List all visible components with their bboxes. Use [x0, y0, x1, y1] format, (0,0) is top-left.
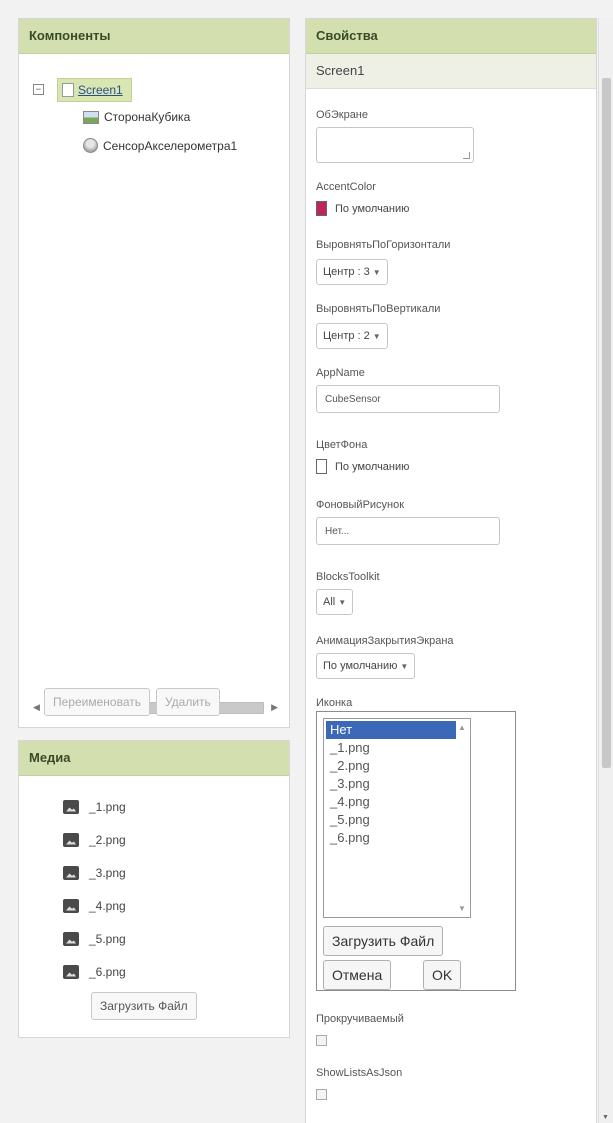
close-animation-value: По умолчанию: [323, 660, 398, 672]
about-screen-label: ОбЭкране: [316, 109, 369, 121]
image-file-icon: [63, 799, 79, 814]
screen-icon: [62, 83, 74, 97]
icon-cancel-button[interactable]: Отмена: [323, 960, 392, 990]
component-tree: − Screen1 СторонаКубика СенсорАкселероме…: [19, 54, 289, 714]
media-upload-button[interactable]: Загрузить Файл: [91, 992, 197, 1020]
scroll-down-icon[interactable]: ▼: [602, 1114, 609, 1121]
icon-option[interactable]: _2.png: [324, 757, 470, 775]
halign-value: Центр : 3: [323, 266, 370, 278]
properties-header: Свойства: [306, 19, 596, 54]
scrollbar-thumb[interactable]: [602, 78, 611, 768]
tree-root-label: Screen1: [78, 83, 123, 97]
tree-root-screen1[interactable]: Screen1: [57, 78, 132, 102]
close-animation-select[interactable]: По умолчанию ▼: [316, 653, 416, 679]
media-header: Медиа: [19, 741, 289, 776]
media-file-name: _1.png: [89, 799, 126, 814]
media-file-name: _4.png: [89, 898, 126, 913]
media-file[interactable]: _6.png: [63, 955, 289, 988]
bgcolor-value: По умолчанию: [335, 460, 410, 473]
bgimage-picker[interactable]: Нет...: [316, 517, 500, 545]
image-file-icon: [63, 931, 79, 946]
component-actions: Переименовать Удалить: [44, 688, 220, 716]
icon-option[interactable]: _6.png: [324, 829, 470, 847]
scrollable-label: Прокручиваемый: [316, 1013, 404, 1025]
close-animation-label: АнимацияЗакрытияЭкрана: [316, 635, 454, 647]
properties-panel: Свойства Screen1 ОбЭкране AccentColor По…: [305, 18, 597, 1123]
accelerometer-icon: [83, 138, 98, 153]
page-vertical-scrollbar[interactable]: ▼: [598, 18, 613, 1123]
halign-label: ВыровнятьПоГоризонтали: [316, 239, 451, 251]
media-file[interactable]: _4.png: [63, 889, 289, 922]
appname-label: AppName: [316, 367, 365, 379]
blocks-toolkit-select[interactable]: All ▼: [316, 589, 354, 615]
icon-options-listbox[interactable]: Нет _1.png _2.png _3.png _4.png _5.png _…: [323, 718, 471, 918]
chevron-down-icon: ▼: [372, 332, 381, 341]
valign-select[interactable]: Центр : 2 ▼: [316, 323, 388, 349]
image-sprite-icon: [83, 110, 99, 124]
tree-item-label: СторонаКубика: [104, 110, 191, 124]
media-file-name: _2.png: [89, 832, 126, 847]
halign-select[interactable]: Центр : 3 ▼: [316, 259, 388, 285]
scroll-down-icon[interactable]: ▼: [458, 904, 466, 913]
media-file-name: _5.png: [89, 931, 126, 946]
show-lists-json-label: ShowListsAsJson: [316, 1067, 403, 1079]
rename-button[interactable]: Переименовать: [44, 688, 150, 716]
tree-item-accelerometer[interactable]: СенсорАкселерометра1: [83, 138, 237, 153]
bgimage-label: ФоновыйРисунок: [316, 499, 405, 511]
tree-item-label: СенсорАкселерометра1: [103, 138, 238, 153]
listbox-scrollbar[interactable]: ▲ ▼: [458, 723, 468, 913]
blocks-toolkit-value: All: [323, 596, 336, 608]
icon-option-selected[interactable]: Нет: [326, 721, 456, 739]
delete-button[interactable]: Удалить: [155, 688, 220, 716]
accent-color-value: По умолчанию: [335, 202, 410, 215]
components-panel: Компоненты − Screen1 СторонаКубика Сенсо…: [18, 18, 290, 728]
accent-color-picker[interactable]: По умолчанию: [316, 201, 409, 216]
show-lists-json-checkbox[interactable]: [316, 1089, 327, 1100]
about-screen-textarea[interactable]: [316, 127, 474, 163]
scroll-left-icon[interactable]: ◀: [33, 700, 40, 714]
scrollable-checkbox[interactable]: [316, 1035, 327, 1046]
accent-color-label: AccentColor: [316, 181, 376, 193]
media-file[interactable]: _5.png: [63, 922, 289, 955]
image-file-icon: [63, 865, 79, 880]
blocks-toolkit-label: BlocksToolkit: [316, 571, 380, 583]
media-file[interactable]: _1.png: [63, 790, 289, 823]
chevron-down-icon: ▼: [372, 268, 381, 277]
icon-label: Иконка: [316, 697, 353, 709]
chevron-down-icon: ▼: [400, 662, 409, 671]
accent-color-swatch: [316, 201, 327, 216]
icon-option[interactable]: _1.png: [324, 739, 470, 757]
media-file[interactable]: _2.png: [63, 823, 289, 856]
media-file-name: _6.png: [89, 964, 126, 979]
icon-upload-button[interactable]: Загрузить Файл: [323, 926, 444, 956]
bgcolor-swatch: [316, 459, 327, 474]
icon-option[interactable]: _3.png: [324, 775, 470, 793]
tree-item-storonakubika[interactable]: СторонаКубика: [83, 110, 190, 124]
appname-input[interactable]: CubeSensor: [316, 385, 500, 413]
media-list: _1.png _2.png _3.png _4.png _5.png _6.pn…: [19, 776, 289, 1020]
media-file-name: _3.png: [89, 865, 126, 880]
image-file-icon: [63, 898, 79, 913]
scroll-up-icon[interactable]: ▲: [458, 723, 466, 732]
icon-option[interactable]: _4.png: [324, 793, 470, 811]
collapse-toggle-icon[interactable]: −: [33, 84, 44, 95]
media-file[interactable]: _3.png: [63, 856, 289, 889]
image-file-icon: [63, 832, 79, 847]
media-panel: Медиа _1.png _2.png _3.png _4.png _5.png…: [18, 740, 290, 1038]
valign-label: ВыровнятьПоВертикали: [316, 303, 441, 315]
scroll-right-icon[interactable]: ▶: [271, 700, 278, 714]
icon-picker-popup: Нет _1.png _2.png _3.png _4.png _5.png _…: [316, 711, 516, 991]
icon-ok-button[interactable]: OK: [423, 960, 462, 990]
chevron-down-icon: ▼: [338, 598, 347, 607]
selected-component-name: Screen1: [306, 54, 596, 89]
image-file-icon: [63, 964, 79, 979]
valign-value: Центр : 2: [323, 330, 370, 342]
bgcolor-label: ЦветФона: [316, 439, 368, 451]
bgcolor-picker[interactable]: По умолчанию: [316, 459, 409, 474]
icon-option[interactable]: _5.png: [324, 811, 470, 829]
components-header: Компоненты: [19, 19, 289, 54]
